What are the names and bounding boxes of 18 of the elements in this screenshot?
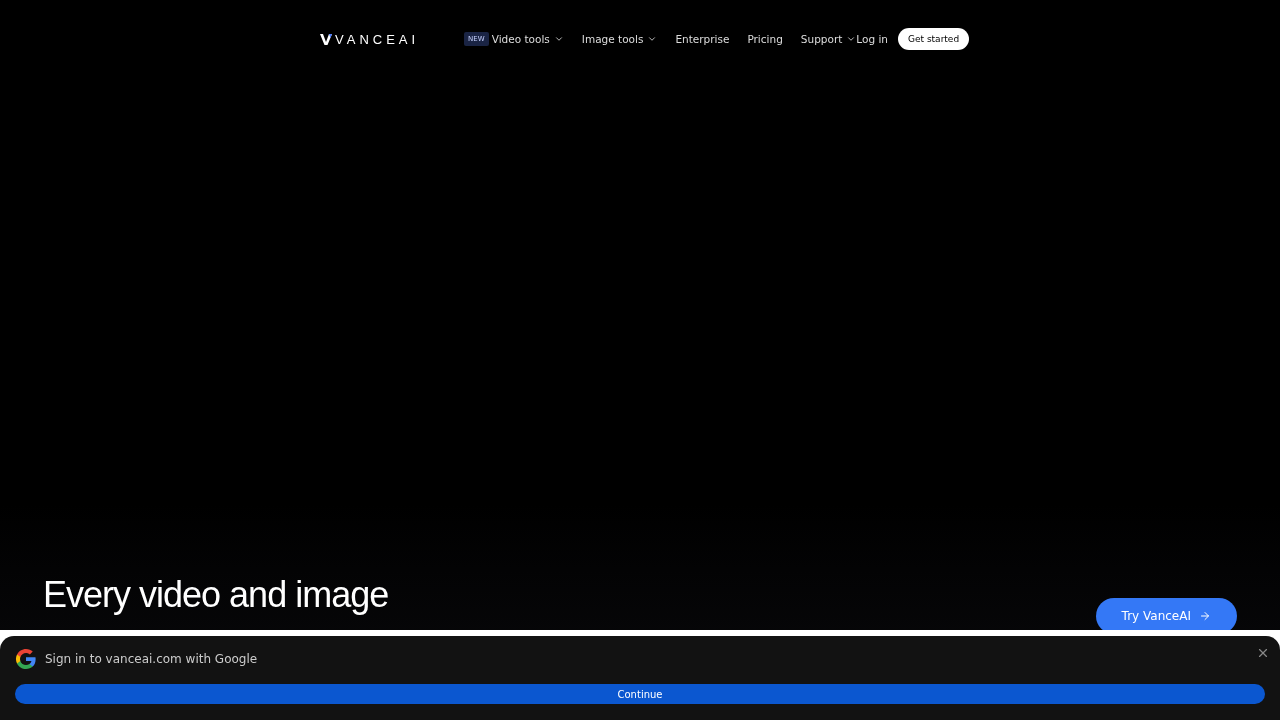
prompt-title: Sign in to vanceai.com with Google — [45, 652, 258, 666]
get-started-button[interactable]: Get started — [898, 28, 970, 50]
login-link[interactable]: Log in — [856, 33, 888, 45]
nav-link[interactable]: Pricing — [747, 33, 783, 45]
continue-button[interactable]: Continue — [15, 684, 1265, 704]
nav-link[interactable]: Support — [800, 33, 857, 45]
arrow-right-icon — [1199, 610, 1211, 622]
nav-link[interactable]: Enterprise — [675, 33, 730, 45]
nav-link[interactable]: Image tools — [581, 33, 658, 45]
google-icon — [15, 648, 37, 670]
hero-heading: Every video and image — [43, 574, 389, 616]
chevron-down-icon — [846, 34, 857, 44]
logo-icon — [320, 33, 332, 45]
chevron-down-icon — [647, 34, 658, 44]
nav-link[interactable]: Video tools — [491, 33, 564, 45]
close-button[interactable] — [1256, 646, 1270, 660]
logo-text: VANCEAI — [335, 31, 420, 47]
chevron-down-icon — [553, 34, 564, 44]
